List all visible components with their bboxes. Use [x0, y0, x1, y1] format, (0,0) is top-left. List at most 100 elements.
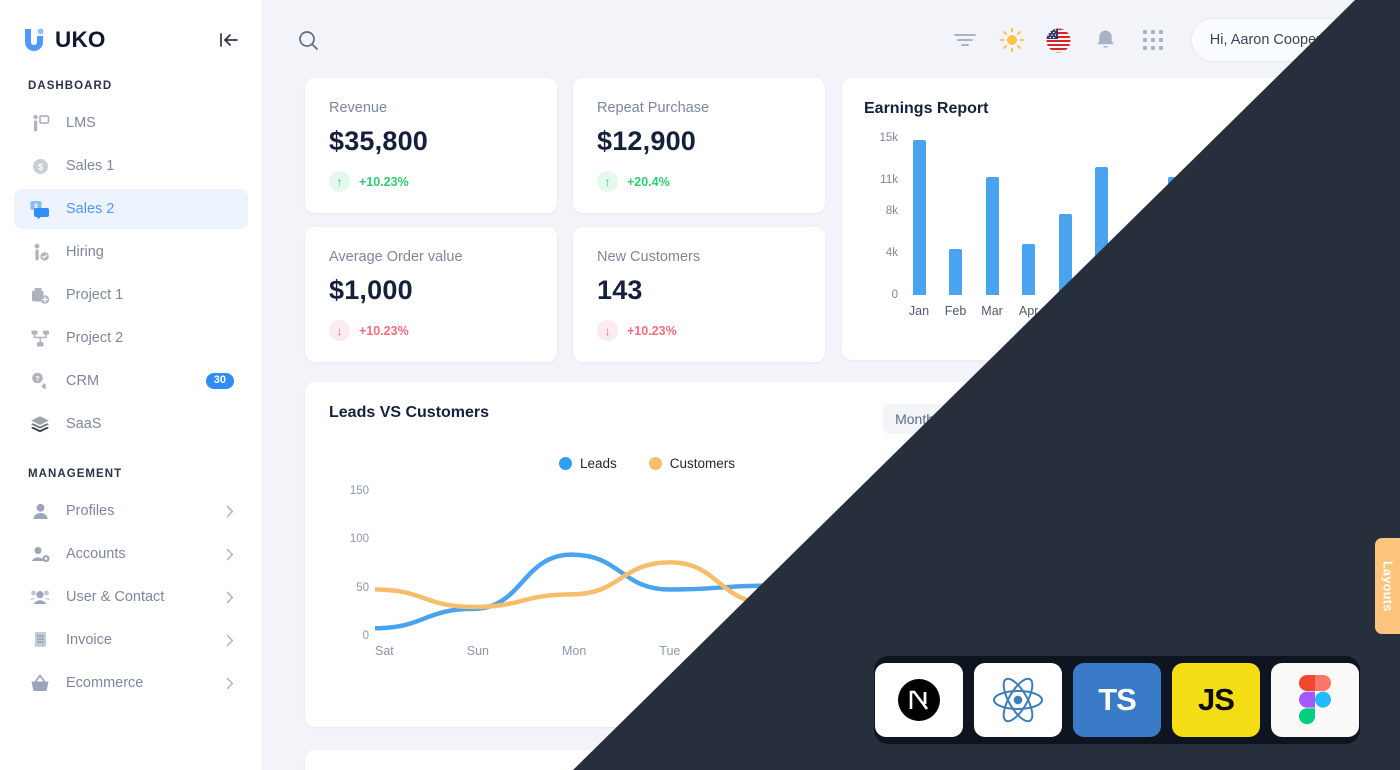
layouts-tab-button[interactable]: Layouts	[1375, 538, 1400, 634]
line-series-leads	[375, 552, 965, 631]
bar-column[interactable]	[977, 130, 1007, 295]
search-icon[interactable]	[291, 23, 325, 57]
bar	[1277, 238, 1291, 295]
tech-stack-strip: TS JS	[874, 656, 1360, 744]
chevron-right-icon	[226, 505, 234, 518]
bar-column[interactable]	[1269, 130, 1299, 295]
bottom-partial-card	[305, 750, 989, 770]
typescript-logo-icon[interactable]: TS	[1073, 663, 1161, 737]
sidebar-item-label: User & Contact	[66, 589, 165, 605]
sidebar-item-sales-2[interactable]: $ Sales 2	[14, 189, 248, 229]
sidebar-item-accounts[interactable]: Accounts	[14, 534, 248, 574]
sidebar-item-hiring[interactable]: Hiring	[14, 232, 248, 272]
collapse-sidebar-icon[interactable]	[219, 31, 240, 49]
legend-item-customers: Customers	[648, 456, 736, 471]
chevron-right-icon	[226, 591, 234, 604]
sidebar-section-title: MANAGEMENT	[28, 468, 123, 480]
y-tick-label: 8k	[885, 205, 898, 218]
sidebar-item-invoice[interactable]: Invoice	[14, 620, 248, 660]
donut-value: 140	[1161, 594, 1214, 627]
chart-legend: Leads Customers	[329, 456, 965, 471]
sidebar-item-saas[interactable]: SaaS	[14, 404, 248, 444]
filter-lines-icon[interactable]	[952, 27, 978, 53]
stat-label: New Customers	[597, 249, 701, 265]
y-axis: 0 50 100 150	[335, 481, 369, 642]
profile-user-icon	[28, 499, 52, 523]
sidebar-item-profiles[interactable]: Profiles	[14, 491, 248, 531]
sidebar-section-dashboard: DASHBOARD LMS $ Sales 1 $ Sales 2 Hiring…	[0, 80, 262, 444]
user-greeting: Hi, Aaron Cooper	[1209, 32, 1321, 48]
chevron-right-icon	[226, 634, 234, 647]
y-tick-label: 50	[356, 581, 369, 594]
donut-segment[interactable]	[1077, 460, 1188, 584]
bars-container	[904, 130, 1336, 295]
sun-theme-icon[interactable]	[999, 27, 1025, 53]
sidebar-item-label: LMS	[66, 115, 96, 131]
bar-column[interactable]	[1050, 130, 1080, 295]
javascript-logo-icon[interactable]: JS	[1172, 663, 1260, 737]
bar-column[interactable]	[1123, 130, 1153, 295]
y-tick-label: 150	[349, 484, 369, 497]
bar-column[interactable]	[941, 130, 971, 295]
bar-column[interactable]	[1014, 130, 1044, 295]
page-title: Earnings Report	[864, 100, 989, 117]
bar	[1058, 213, 1072, 295]
stat-delta-text: +20.4%	[627, 174, 670, 189]
sidebar-item-sales-1[interactable]: $ Sales 1	[14, 146, 248, 186]
topbar-actions: Hi, Aaron Cooper	[952, 18, 1370, 62]
sidebar-item-user-contact[interactable]: User & Contact	[14, 577, 248, 617]
bar-column[interactable]	[1160, 130, 1190, 295]
sidebar-item-crm[interactable]: ? CRM 30	[14, 361, 248, 401]
donut-center-text: Avg Range 140	[1058, 572, 1318, 628]
caret-down-icon	[1323, 100, 1336, 116]
x-tick-label: Apr	[1018, 304, 1039, 318]
chevron-right-icon	[226, 677, 234, 690]
bar-column[interactable]	[1306, 130, 1336, 295]
stat-delta: ↓ +10.23%	[329, 320, 533, 341]
user-menu-button[interactable]: Hi, Aaron Cooper	[1190, 18, 1370, 62]
bar-column[interactable]	[1087, 130, 1117, 295]
stat-value: $12,900	[597, 126, 696, 156]
stat-card-average-order-value: Average Order value $1,000 ↓ +10.23%	[305, 227, 557, 362]
bar-column[interactable]	[1196, 130, 1226, 295]
sidebar-item-project-1[interactable]: Project 1	[14, 275, 248, 315]
brand-name: UKO	[55, 27, 106, 52]
stat-delta-text: +10.23%	[359, 174, 409, 189]
card-header: Leads VS Customers Month	[329, 404, 965, 434]
sidebar-item-label: SaaS	[66, 416, 102, 432]
sidebar-header: UKO	[0, 0, 262, 80]
bar-column[interactable]	[1233, 130, 1263, 295]
earnings-period-dropdown[interactable]: Month	[1273, 100, 1336, 116]
card-header: Earnings Report Month	[864, 100, 1336, 118]
sidebar-item-lms[interactable]: LMS	[14, 103, 248, 143]
figma-logo-icon[interactable]	[1271, 663, 1359, 737]
x-tick-label: Nov	[1273, 304, 1296, 318]
x-tick-label: Mar	[981, 304, 1003, 318]
stat-delta: ↓ +10.23%	[597, 320, 801, 341]
typescript-label: TS	[1098, 682, 1137, 717]
lms-icon	[28, 111, 52, 135]
legend-dot-customers	[648, 457, 662, 470]
usa-flag-icon[interactable]	[1046, 27, 1072, 53]
legend-label: Leads	[579, 456, 617, 471]
status-badge: 30	[205, 373, 234, 389]
brand[interactable]: UKO	[22, 27, 106, 54]
apps-grid-icon[interactable]	[1140, 27, 1166, 53]
legend-label: Customers	[669, 456, 736, 471]
leads-period-dropdown[interactable]: Month	[883, 404, 965, 434]
y-axis: 0 4k 8k 11k 15k	[864, 130, 898, 301]
legend-dot-leads	[558, 457, 572, 470]
react-logo-icon[interactable]	[974, 663, 1062, 737]
y-tick-label: 100	[349, 533, 369, 546]
nextjs-logo-icon[interactable]	[875, 663, 963, 737]
notification-bell-icon[interactable]	[1093, 27, 1119, 53]
x-tick-label: Jan	[908, 304, 930, 318]
earnings-period-label: Month	[1272, 100, 1313, 116]
users-group-icon	[28, 585, 52, 609]
x-tick-label: Jul	[1130, 304, 1147, 318]
bar-column[interactable]	[904, 130, 934, 295]
stat-label: Repeat Purchase	[597, 100, 710, 116]
sidebar-item-project-2[interactable]: Project 2	[14, 318, 248, 358]
sidebar-item-ecommerce[interactable]: Ecommerce	[14, 663, 248, 703]
project-box-icon	[28, 283, 52, 307]
